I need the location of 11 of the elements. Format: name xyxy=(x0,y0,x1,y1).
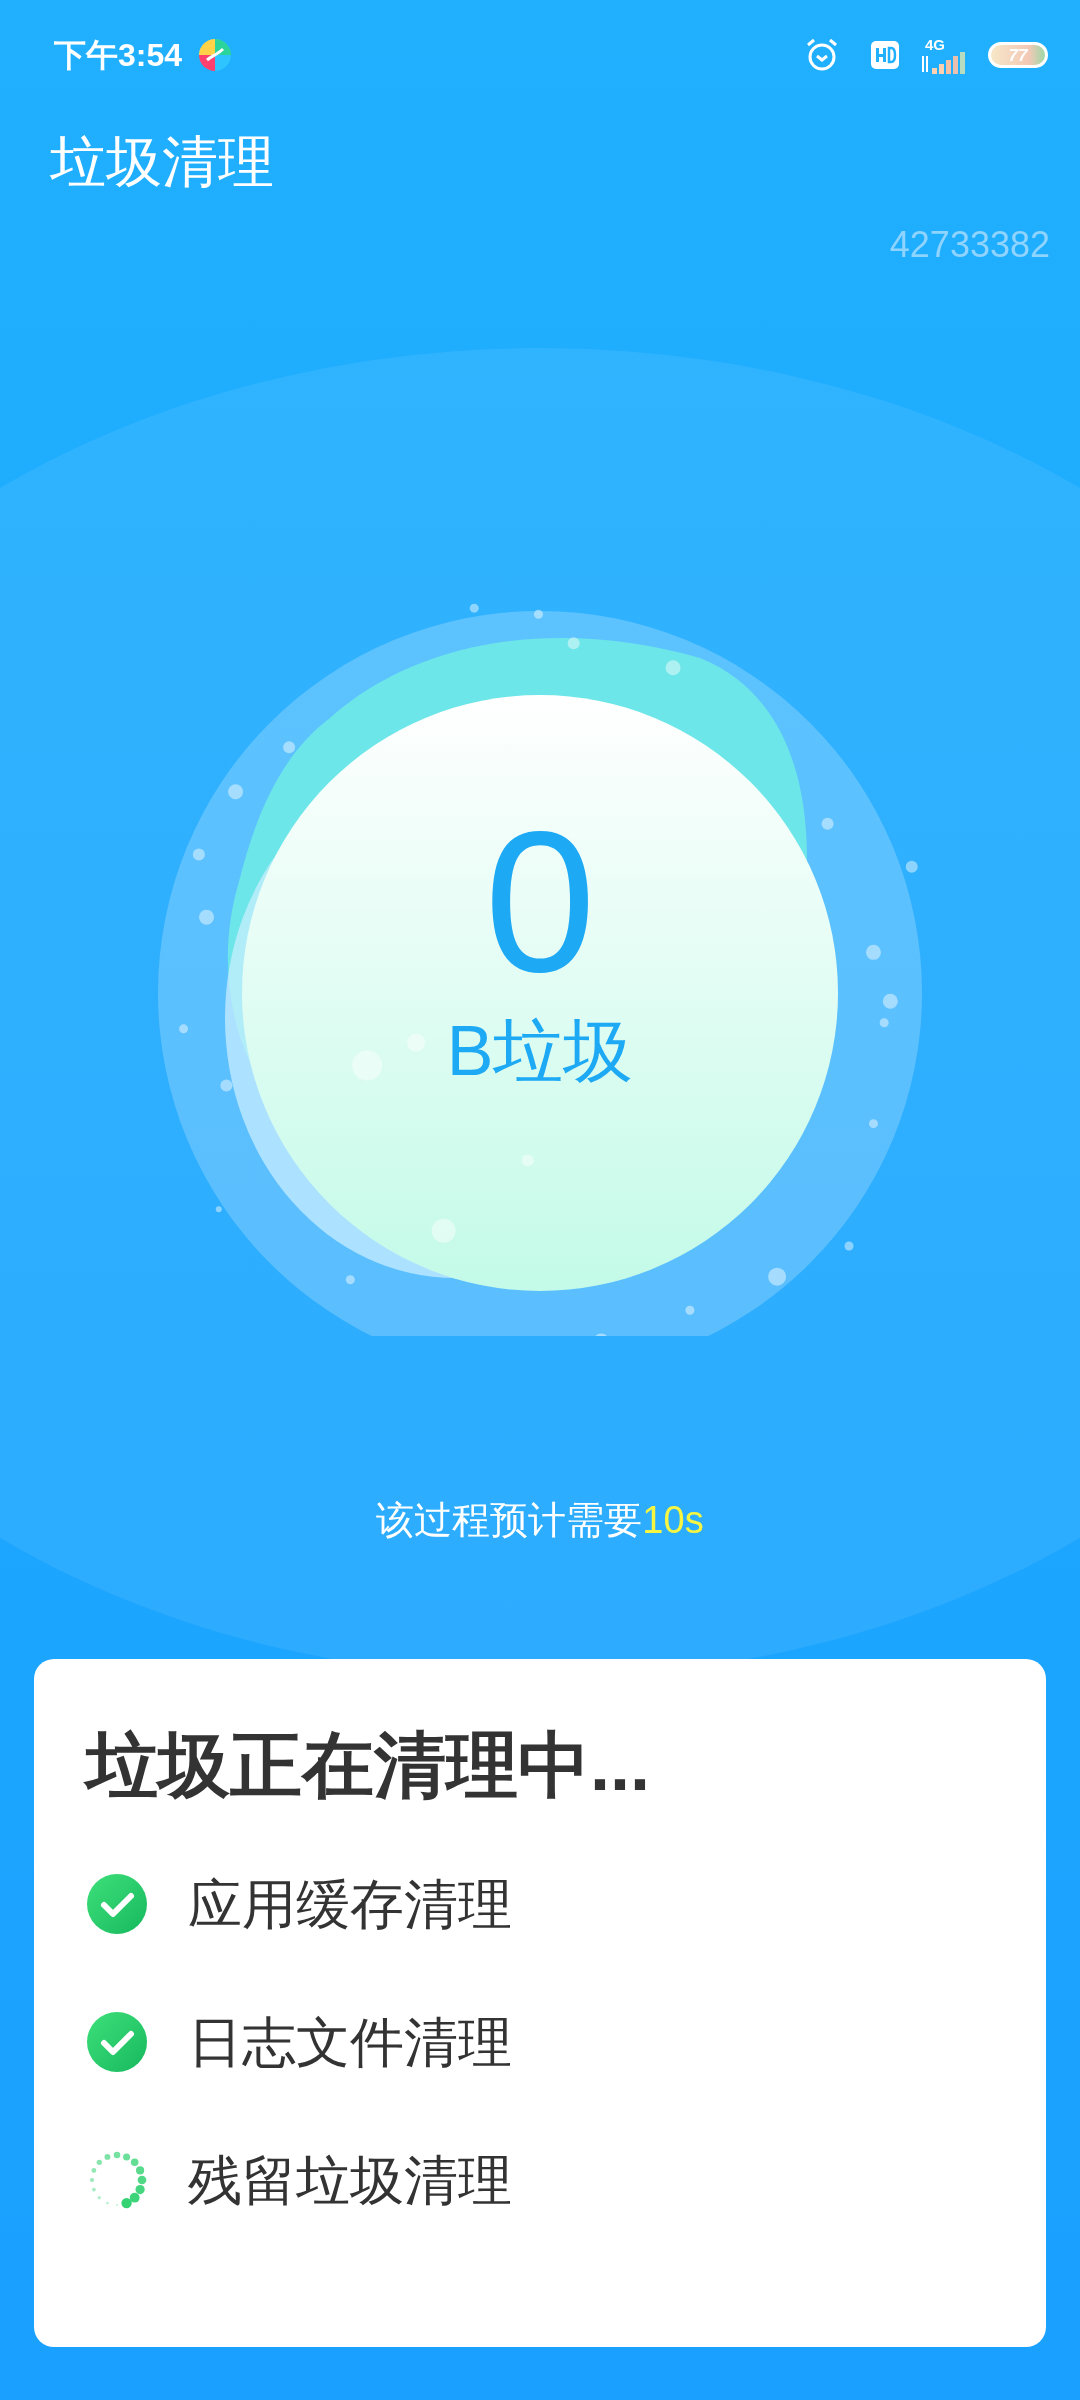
estimate-text: 该过程预计需要10s xyxy=(376,1498,704,1543)
task-label: 日志文件清理 xyxy=(188,2015,512,2069)
task-label: 残留垃圾清理 xyxy=(188,2153,512,2207)
status-time: 下午3:54 xyxy=(54,36,183,75)
task-label: 应用缓存清理 xyxy=(188,1877,512,1931)
page-title: 垃圾清理 xyxy=(50,134,275,190)
battery-icon: 77 xyxy=(988,42,1048,68)
junk-unit: B垃圾 xyxy=(446,1016,634,1086)
junk-amount: 0 xyxy=(484,802,596,1002)
network-type: 4G xyxy=(925,36,945,52)
counter-number: 42733382 xyxy=(889,223,1050,267)
